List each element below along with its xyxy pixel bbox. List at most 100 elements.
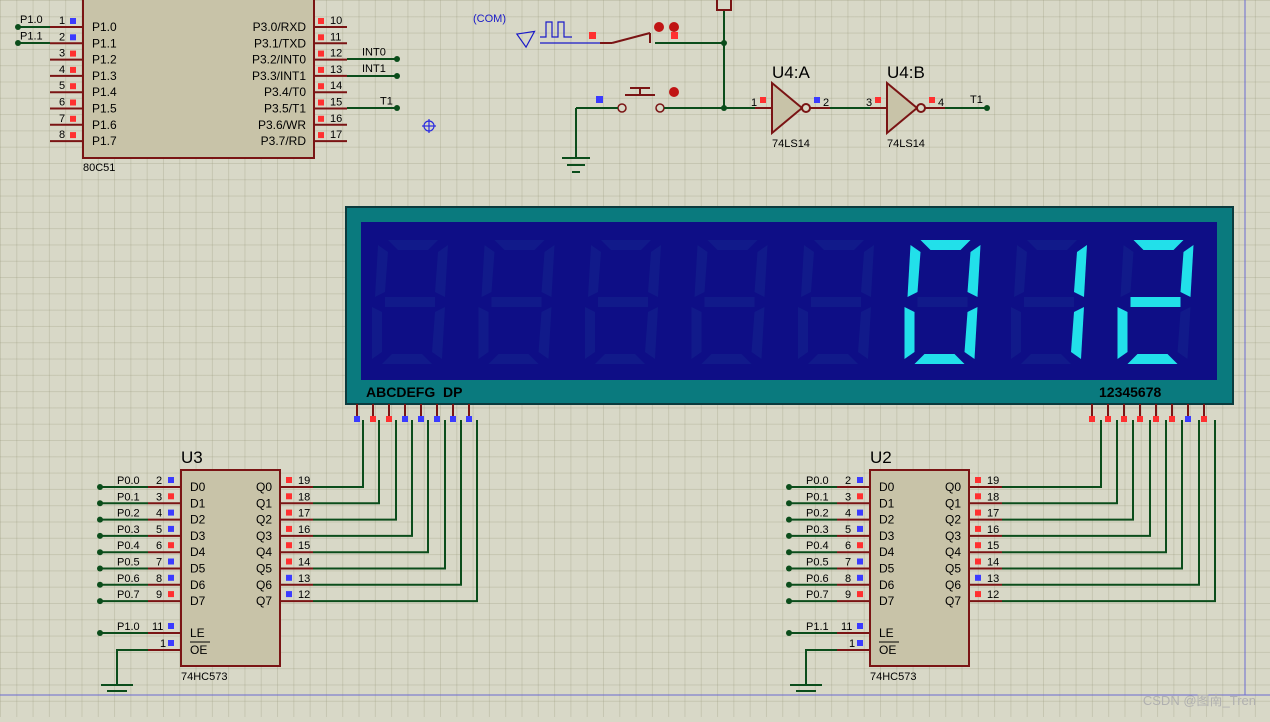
pin-number: 12 — [987, 589, 999, 601]
junction — [97, 532, 103, 539]
gate-u4-a[interactable]: U4:A 74LS14 1 2 — [751, 63, 870, 150]
segment-g — [811, 297, 861, 307]
pin-number: 1 — [160, 638, 166, 650]
pin-number: 3 — [845, 491, 851, 503]
pin-number: 18 — [987, 491, 999, 503]
mcu-80c51[interactable]: 80C51 1 P1.0 P1.0 2 P1.1 P1.1 3 P1.2 4 P1.3 5 P1.4 6… — [15, 0, 400, 174]
display-glass — [361, 222, 1217, 380]
segments-pin-label: ABCDEFG DP — [366, 384, 462, 400]
net-label: P0.1 — [117, 491, 140, 503]
gate-ref: U4:A — [772, 63, 810, 82]
gate-u4-b[interactable]: U4:B 74LS14 3 4 — [866, 63, 945, 150]
pin-name: Q1 — [256, 496, 272, 510]
net-label: INT1 — [362, 63, 386, 75]
pin-number: 12 — [330, 48, 342, 60]
net-label: P0.1 — [806, 491, 829, 503]
junction — [786, 565, 792, 572]
pin-name: D2 — [879, 513, 895, 527]
pin-name: P3.5/T1 — [264, 102, 306, 116]
pin-name: P3.3/INT1 — [252, 69, 306, 83]
switch-state-icon[interactable] — [669, 22, 679, 32]
pin-number: 6 — [59, 97, 65, 109]
pin-name: Q3 — [256, 529, 272, 543]
pin-state-marker — [70, 66, 76, 73]
com-label: (COM) — [473, 13, 506, 25]
gate-part: 74LS14 — [772, 138, 810, 150]
pin-state-marker — [318, 99, 324, 106]
wire-to-ground — [805, 649, 837, 685]
pullup-resistor[interactable] — [716, 0, 732, 11]
pin-number: 17 — [298, 508, 310, 520]
pin-state-marker — [975, 493, 981, 500]
latch-u2[interactable]: U2 74HC573 P0.0 2 D0 P0.1 3 D1 P0.2 4 D2 P0.3 5 D3 P0.… — [786, 420, 1216, 692]
pin-state-marker — [857, 542, 863, 549]
push-button[interactable] — [562, 87, 724, 173]
junction — [786, 549, 792, 556]
pin-number: 10 — [330, 15, 342, 27]
pin-state-marker — [975, 509, 981, 516]
pin-number: 4 — [845, 508, 851, 520]
junction — [394, 105, 400, 111]
pin-name: P3.1/TXD — [254, 36, 306, 50]
segment-e — [478, 307, 489, 359]
pin-number: 7 — [156, 557, 162, 569]
pin-state-marker — [318, 50, 324, 57]
clock-source[interactable]: (COM) — [473, 13, 600, 49]
net-label: P0.4 — [806, 540, 829, 552]
pin-state-marker — [386, 416, 392, 422]
pin-number: 5 — [59, 80, 65, 92]
pin-name: D0 — [190, 480, 206, 494]
net-label: P1.0 — [20, 14, 43, 26]
inverter-icon — [886, 80, 919, 136]
pin-name: Q4 — [256, 545, 272, 559]
wire-to-display — [1002, 420, 1118, 505]
pin-state-marker — [318, 66, 324, 73]
pin-state-marker — [318, 18, 324, 24]
pin-state-marker — [1201, 416, 1207, 422]
pin-state-marker — [70, 83, 76, 90]
pin-number: 16 — [298, 524, 310, 536]
pin-name: Q5 — [256, 562, 272, 576]
latch-ref: U2 — [870, 448, 892, 467]
t1-net-label: T1 — [970, 94, 983, 106]
gate-part: 74LS14 — [887, 138, 925, 150]
toggle-switch[interactable] — [589, 22, 724, 44]
pin-name: D5 — [190, 562, 206, 576]
switch-state-icon[interactable] — [654, 22, 664, 32]
latch-u3[interactable]: U3 74HC573 P0.0 2 D0 P0.1 3 D1 P0.2 4 D2 P0.3 5 D3 P0.… — [97, 420, 478, 692]
pin-state-marker — [857, 623, 863, 629]
pin-state-marker — [168, 509, 174, 516]
junction — [97, 549, 103, 556]
pin-name: Q6 — [256, 578, 272, 592]
pin-state-marker — [70, 132, 76, 139]
pin-state-marker — [1153, 416, 1159, 422]
wire-to-display — [1002, 420, 1151, 537]
gate-out-pin: 2 — [823, 97, 829, 109]
segment-e — [798, 307, 808, 359]
pin-number: 11 — [152, 621, 163, 633]
button-state-icon[interactable] — [669, 87, 679, 97]
pin-name: Q7 — [945, 594, 961, 608]
pin-name: Q7 — [256, 594, 272, 608]
pin-name: D1 — [190, 496, 206, 510]
pin-state-marker — [929, 97, 935, 103]
pin-number: 7 — [59, 113, 65, 125]
wire-to-display — [1002, 420, 1216, 603]
junction — [97, 516, 103, 523]
pin-name: P1.4 — [92, 85, 117, 99]
pin-state-marker — [857, 558, 863, 565]
segment-g — [917, 297, 968, 307]
pin-name: Q2 — [945, 513, 961, 527]
pin-state-marker — [70, 50, 76, 57]
seven-segment-display[interactable]: ABCDEFG DP 12345678 — [345, 206, 1234, 422]
wire-to-display — [1002, 420, 1102, 488]
schematic-canvas[interactable]: 80C51 1 P1.0 P1.0 2 P1.1 P1.1 3 P1.2 4 P1.3 5 P1.4 6… — [0, 0, 1270, 717]
pin-state-marker — [857, 525, 863, 532]
pin-name: OE — [879, 643, 896, 657]
pin-name: D7 — [879, 594, 895, 608]
pin-name: D3 — [879, 529, 895, 543]
junction — [394, 73, 400, 79]
schematic-svg[interactable]: 80C51 1 P1.0 P1.0 2 P1.1 P1.1 3 P1.2 4 P1.3 5 P1.4 6… — [0, 0, 1270, 717]
pin-number: 15 — [987, 540, 999, 552]
pin-state-marker — [168, 493, 174, 500]
